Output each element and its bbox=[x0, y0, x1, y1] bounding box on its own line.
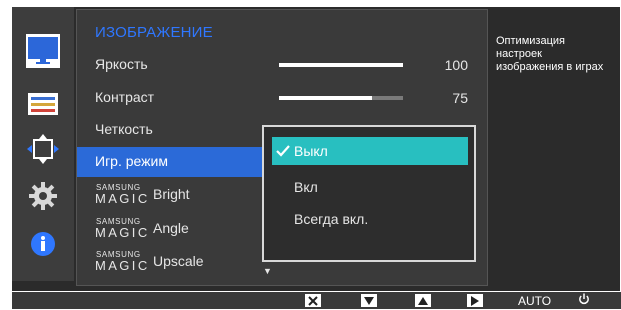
game-mode-label: Игр. режим bbox=[95, 153, 168, 169]
brightness-value: 100 bbox=[444, 57, 468, 73]
brightness-label: Яркость bbox=[95, 56, 148, 72]
magic-angle-label: Angle bbox=[153, 220, 189, 236]
magic-upscale-logo: SAMSUNG MAGIC bbox=[95, 250, 155, 274]
help-text-line2: настроек bbox=[496, 48, 542, 60]
resize-arrows-icon[interactable] bbox=[26, 132, 60, 166]
monitor-icon[interactable] bbox=[26, 34, 60, 68]
option-off-label: Выкл bbox=[294, 143, 328, 159]
auto-button[interactable]: AUTO bbox=[518, 293, 552, 308]
info-icon[interactable] bbox=[26, 227, 60, 261]
contrast-slider-fill bbox=[279, 96, 372, 100]
menu-item-game-mode[interactable]: Игр. режим bbox=[77, 147, 262, 177]
magic-upscale-label: Upscale bbox=[153, 253, 204, 269]
brightness-slider-fill bbox=[279, 63, 403, 67]
up-icon bbox=[415, 294, 431, 307]
bottom-button-bar: AUTO bbox=[12, 292, 621, 309]
contrast-label: Контраст bbox=[95, 89, 155, 105]
brightness-slider[interactable] bbox=[279, 63, 403, 67]
power-icon bbox=[578, 292, 590, 310]
close-button[interactable] bbox=[305, 294, 321, 307]
left-icon-bar bbox=[12, 7, 74, 281]
option-always-on-label: Всегда вкл. bbox=[294, 211, 369, 227]
close-icon bbox=[305, 294, 321, 307]
checkmark-icon bbox=[276, 144, 290, 160]
magic-bright-logo: SAMSUNG MAGIC bbox=[95, 183, 155, 207]
enter-icon bbox=[467, 294, 483, 307]
help-text: Оптимизация настроек изображения в играх bbox=[496, 35, 621, 74]
magic-angle-logo: SAMSUNG MAGIC bbox=[95, 217, 155, 241]
down-icon bbox=[361, 294, 377, 307]
menu-item-contrast[interactable]: Контраст 75 bbox=[77, 83, 487, 113]
up-button[interactable] bbox=[415, 294, 431, 307]
enter-button[interactable] bbox=[467, 294, 483, 307]
sharpness-label: Четкость bbox=[95, 121, 153, 137]
option-always-on[interactable]: Всегда вкл. bbox=[272, 205, 468, 233]
menu-title: ИЗОБРАЖЕНИЕ bbox=[95, 24, 213, 41]
magic-bright-brand-bottom: MAGIC bbox=[95, 191, 150, 206]
contrast-value: 75 bbox=[452, 90, 468, 106]
option-on[interactable]: Вкл bbox=[272, 173, 468, 201]
power-button[interactable] bbox=[578, 292, 590, 310]
option-on-label: Вкл bbox=[294, 179, 318, 195]
option-off[interactable]: Выкл bbox=[272, 137, 468, 165]
settings-list-icon[interactable] bbox=[26, 87, 60, 121]
menu-item-brightness[interactable]: Яркость 100 bbox=[77, 50, 487, 80]
help-text-line3: изображения в играх bbox=[496, 61, 604, 73]
gear-icon[interactable] bbox=[26, 179, 60, 213]
magic-upscale-brand-bottom: MAGIC bbox=[95, 258, 150, 273]
scroll-down-indicator: ▼ bbox=[263, 266, 272, 276]
help-text-line1: Оптимизация bbox=[496, 35, 565, 47]
magic-bright-label: Bright bbox=[153, 186, 190, 202]
down-button[interactable] bbox=[361, 294, 377, 307]
contrast-slider[interactable] bbox=[279, 96, 403, 100]
magic-angle-brand-bottom: MAGIC bbox=[95, 225, 150, 240]
auto-label: AUTO bbox=[518, 293, 552, 308]
game-mode-options-popup: Выкл Вкл Всегда вкл. bbox=[262, 125, 476, 262]
